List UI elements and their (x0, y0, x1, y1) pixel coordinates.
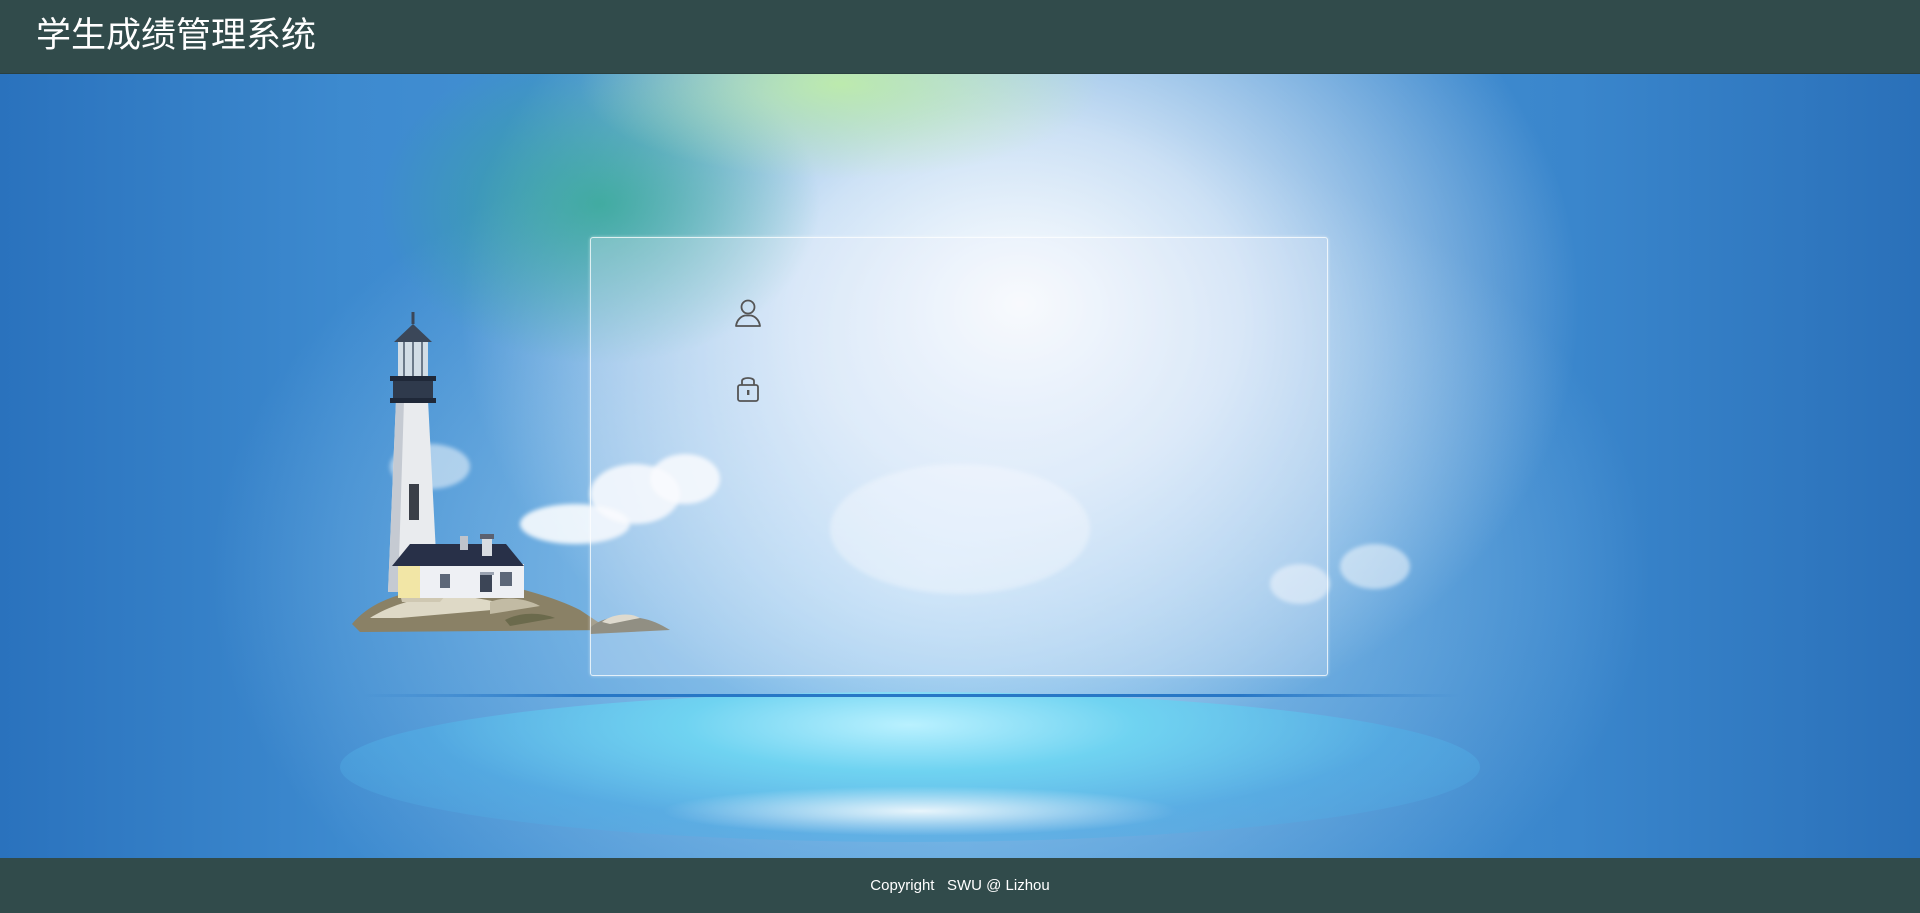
top-bar: 学生成绩管理系统 (0, 0, 1920, 74)
lock-icon (737, 377, 759, 402)
footer: Copyright SWU @ Lizhou (0, 858, 1920, 913)
background-scene (0, 74, 1920, 858)
copyright-text: Copyright SWU @ Lizhou (870, 877, 1050, 894)
cloud (1340, 544, 1410, 589)
username-input[interactable] (779, 299, 1183, 331)
user-icon (735, 299, 761, 327)
login-panel (590, 237, 1328, 676)
app-title: 学生成绩管理系统 (36, 16, 317, 56)
password-input[interactable] (779, 373, 1183, 405)
username-row (731, 296, 1191, 332)
sea-foam (660, 786, 1180, 836)
password-row (731, 370, 1191, 406)
